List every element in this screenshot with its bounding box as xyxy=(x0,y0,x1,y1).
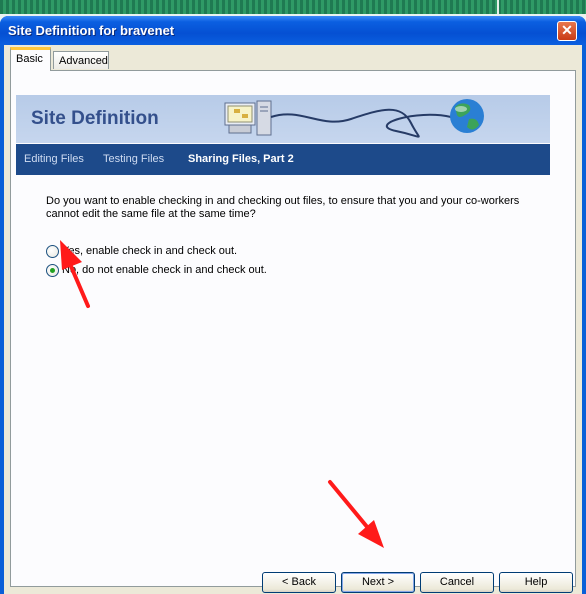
close-icon: ✕ xyxy=(561,22,573,38)
dialog-window: Site Definition for bravenet ✕ Basic Adv… xyxy=(0,16,586,594)
tab-basic[interactable]: Basic xyxy=(10,47,51,71)
tab-panel: Site Definition Editing Files Testing Fi… xyxy=(10,70,576,587)
globe-icon xyxy=(450,99,484,133)
banner-art xyxy=(224,99,484,138)
back-button[interactable]: < Back xyxy=(262,572,336,593)
step-sharing-files-part-2: Sharing Files, Part 2 xyxy=(188,153,294,165)
question-text: Do you want to enable checking in and ch… xyxy=(46,195,520,220)
window-title: Site Definition for bravenet xyxy=(8,23,175,38)
radio-yes[interactable] xyxy=(46,245,59,258)
step-testing-files: Testing Files xyxy=(103,153,165,165)
banner-title: Site Definition xyxy=(31,108,159,129)
wizard-banner: Site Definition xyxy=(16,95,550,143)
radio-no[interactable] xyxy=(46,264,59,277)
step-editing-files: Editing Files xyxy=(24,153,84,165)
wizard-steps-bar: Editing Files Testing Files Sharing File… xyxy=(16,144,550,175)
title-bar[interactable]: Site Definition for bravenet ✕ xyxy=(0,16,586,45)
computer-icon xyxy=(224,100,272,136)
next-button[interactable]: Next > xyxy=(341,572,415,593)
help-button[interactable]: Help xyxy=(499,572,573,593)
option-no-label[interactable]: No, do not enable check in and check out… xyxy=(62,264,267,277)
dialog-client-area: Basic Advanced Site Definition Editing F… xyxy=(4,45,582,594)
tab-advanced[interactable]: Advanced xyxy=(53,51,109,69)
cancel-button[interactable]: Cancel xyxy=(420,572,494,593)
desktop-background-edge xyxy=(497,0,499,14)
option-yes-label[interactable]: Yes, enable check in and check out. xyxy=(62,245,237,258)
close-button[interactable]: ✕ xyxy=(557,21,577,41)
